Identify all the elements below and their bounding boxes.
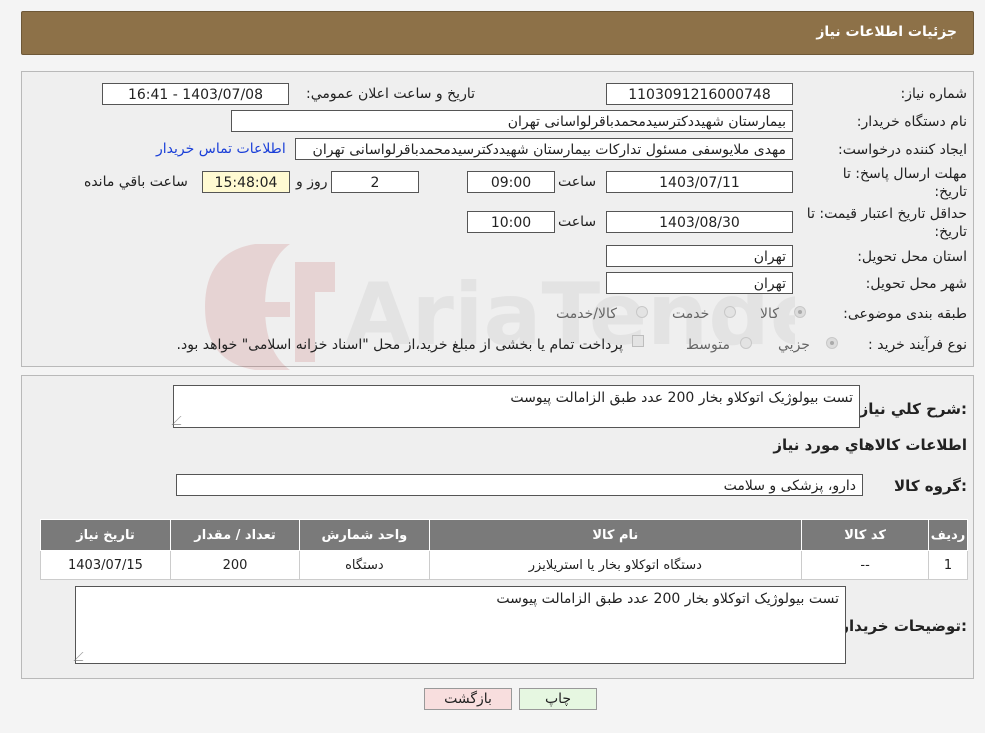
process-medium-radio[interactable] (740, 337, 752, 349)
process-minor-radio[interactable] (826, 337, 838, 349)
creator-field: مهدی ملایوسفی مسئول تدارکات بیمارستان شه… (295, 138, 793, 160)
col-code: کد کالا (801, 519, 930, 551)
city-label: شهر محل تحویل: (865, 276, 967, 292)
page-header: جزئیات اطلاعات نیاز (21, 11, 974, 55)
announce-label: تاریخ و ساعت اعلان عمومي: (306, 86, 475, 102)
resize-grip-icon[interactable] (73, 652, 92, 661)
treasury-checkbox[interactable] (632, 335, 644, 347)
table-row: 1 -- دستگاه اتوکلاو بخار یا استریلایزر د… (40, 550, 968, 580)
validity-time-label: ساعت (558, 214, 597, 230)
page-title: جزئیات اطلاعات نیاز (816, 24, 957, 40)
category-both-label: کالا/خدمت (556, 306, 617, 322)
buyer-label: نام دستگاه خریدار: (856, 114, 967, 130)
cell-need-date: 1403/07/15 (40, 550, 171, 580)
cell-name: دستگاه اتوکلاو بخار یا استریلایزر (428, 550, 803, 580)
category-service-label: خدمت (672, 306, 710, 322)
summary-textarea[interactable]: تست بیولوژیک اتوکلاو بخار 200 عدد طبق ال… (171, 385, 860, 428)
deadline-date-field: 1403/07/11 (606, 171, 793, 193)
validity-label-date: تاریخ: (934, 224, 967, 240)
goods-table-header: ردیف کد کالا نام کالا واحد شمارش تعداد /… (40, 519, 968, 551)
creator-label: ایجاد کننده درخواست: (838, 142, 967, 158)
buyer-notes-label: توضیحات خریدار: (840, 617, 967, 635)
buyer-contact-link[interactable]: اطلاعات تماس خریدار (156, 141, 286, 157)
goods-table: ردیف کد کالا نام کالا واحد شمارش تعداد /… (40, 519, 968, 580)
province-field: تهران (606, 245, 793, 267)
cell-quantity: 200 (169, 550, 301, 580)
need-number-field: 1103091216000748 (606, 83, 793, 105)
buyer-notes-textarea[interactable]: تست بیولوژیک اتوکلاو بخار 200 عدد طبق ال… (73, 586, 846, 664)
category-service-radio[interactable] (724, 306, 736, 318)
print-button[interactable]: چاپ (519, 688, 597, 710)
goods-section-title: اطلاعات کالاهاي مورد نیاز (773, 436, 967, 454)
process-minor-label: جزیي (778, 337, 810, 353)
col-name: نام کالا (428, 519, 803, 551)
cell-row: 1 (928, 550, 968, 580)
validity-label: حداقل تاریخ اعتبار قیمت: تا (806, 206, 967, 222)
resize-grip-icon[interactable] (171, 416, 190, 425)
back-button[interactable]: بازگشت (424, 688, 512, 710)
days-label: روز و (296, 174, 328, 190)
province-label: استان محل تحویل: (857, 249, 967, 265)
remaining-label: ساعت باقي مانده (84, 174, 188, 190)
col-quantity: تعداد / مقدار (169, 519, 301, 551)
category-both-radio[interactable] (636, 306, 648, 318)
validity-date-field: 1403/08/30 (606, 211, 793, 233)
need-number-label: شماره نیاز: (900, 86, 968, 102)
buyer-name-field: بیمارستان شهیددکترسیدمحمدباقرلواسانی تهر… (231, 110, 793, 132)
category-label: طبقه بندی موضوعی: (843, 306, 967, 322)
process-medium-label: متوسط (686, 337, 730, 353)
validity-time-field: 10:00 (467, 211, 555, 233)
col-row: ردیف (928, 519, 968, 551)
remaining-time-field: 15:48:04 (202, 171, 290, 193)
city-field: تهران (606, 272, 793, 294)
cell-code: -- (801, 550, 930, 580)
process-note: پرداخت تمام یا بخشی از مبلغ خرید،از محل … (176, 337, 623, 353)
goods-group-label: گروه کالا: (894, 477, 967, 495)
summary-label: شرح کلي نیاز: (859, 400, 967, 418)
summary-text: تست بیولوژیک اتوکلاو بخار 200 عدد طبق ال… (510, 390, 853, 406)
goods-group-field: دارو، پزشکی و سلامت (176, 474, 863, 496)
process-label: نوع فرآیند خرید : (868, 337, 967, 353)
deadline-label: مهلت ارسال پاسخ: تا (842, 166, 967, 182)
deadline-label-date: تاریخ: (934, 184, 967, 200)
deadline-time-label: ساعت (558, 174, 597, 190)
cell-unit: دستگاه (299, 550, 430, 580)
deadline-time-field: 09:00 (467, 171, 555, 193)
remaining-days-field: 2 (331, 171, 419, 193)
announce-datetime-field: 1403/07/08 - 16:41 (102, 83, 289, 105)
buyer-notes-text: تست بیولوژیک اتوکلاو بخار 200 عدد طبق ال… (496, 591, 839, 607)
col-need-date: تاریخ نیاز (40, 519, 171, 551)
category-goods-radio[interactable] (794, 306, 806, 318)
col-unit: واحد شمارش (299, 519, 430, 551)
category-goods-label: کالا (760, 306, 779, 322)
